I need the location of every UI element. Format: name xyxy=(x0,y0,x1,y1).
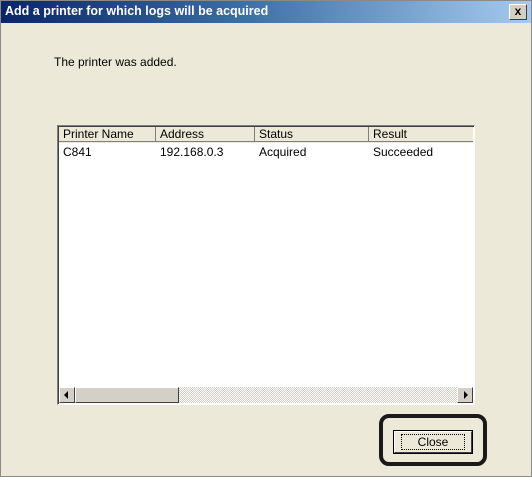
column-header-printer-name[interactable]: Printer Name xyxy=(59,127,156,142)
arrow-left-icon xyxy=(64,391,68,399)
cell-printer-name: C841 xyxy=(63,145,92,159)
list-header: Printer Name Address Status Result xyxy=(59,127,473,143)
scrollbar-thumb[interactable] xyxy=(75,387,179,403)
dialog-title: Add a printer for which logs will be acq… xyxy=(5,4,269,18)
table-row[interactable]: C841 192.168.0.3 Acquired Succeeded xyxy=(59,144,473,160)
scroll-right-button[interactable] xyxy=(457,387,473,403)
printer-list[interactable]: Printer Name Address Status Result C841 … xyxy=(57,125,475,405)
close-button-label: Close xyxy=(400,434,466,450)
cell-address: 192.168.0.3 xyxy=(160,145,224,159)
title-close-icon[interactable]: x xyxy=(509,4,527,20)
add-printer-dialog: Add a printer for which logs will be acq… xyxy=(0,0,532,477)
column-header-result[interactable]: Result xyxy=(369,127,473,142)
status-message: The printer was added. xyxy=(54,55,177,69)
horizontal-scrollbar[interactable] xyxy=(59,387,473,403)
title-bar[interactable]: Add a printer for which logs will be acq… xyxy=(1,1,531,23)
scroll-left-button[interactable] xyxy=(59,387,75,403)
cell-status: Acquired xyxy=(259,145,307,159)
cell-result: Succeeded xyxy=(373,145,434,159)
arrow-right-icon xyxy=(464,391,468,399)
close-button[interactable]: Close xyxy=(393,430,473,454)
column-header-status[interactable]: Status xyxy=(255,127,369,142)
column-header-address[interactable]: Address xyxy=(156,127,255,142)
